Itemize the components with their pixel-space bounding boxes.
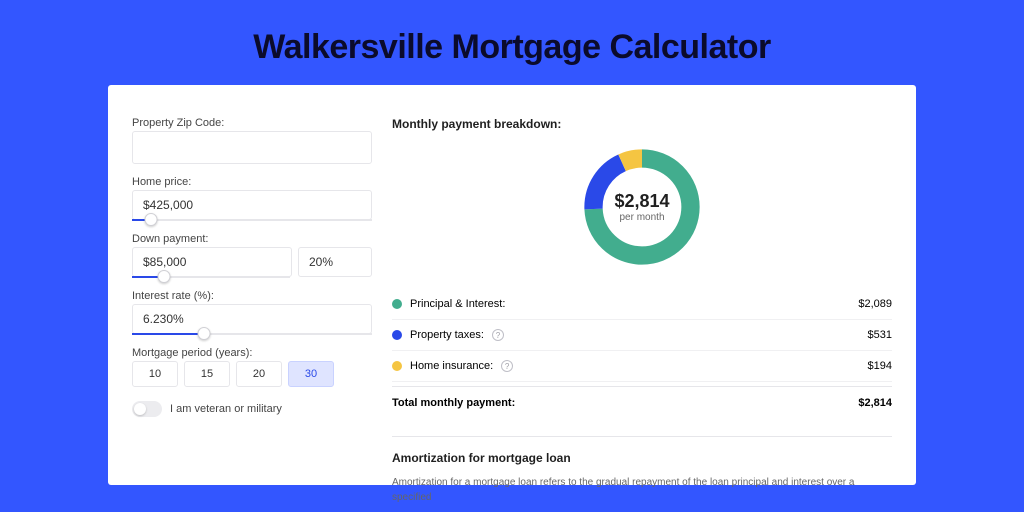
- rate-label: Interest rate (%):: [132, 290, 372, 302]
- legend-row-principal: Principal & Interest: $2,089: [392, 289, 892, 320]
- breakdown-column: Monthly payment breakdown: $2,814 per mo…: [392, 117, 892, 485]
- legend-value: $2,089: [858, 298, 892, 310]
- period-buttons: 10 15 20 30: [132, 361, 372, 387]
- period-10-button[interactable]: 10: [132, 361, 178, 387]
- down-slider-thumb[interactable]: [157, 270, 170, 283]
- donut-center: $2,814 per month: [578, 143, 706, 271]
- veteran-label: I am veteran or military: [170, 403, 282, 415]
- legend-row-total: Total monthly payment: $2,814: [392, 386, 892, 418]
- price-slider[interactable]: [132, 219, 372, 221]
- period-30-button[interactable]: 30: [288, 361, 334, 387]
- toggle-knob: [134, 403, 146, 415]
- legend-value: $531: [868, 329, 892, 341]
- donut-sub: per month: [619, 212, 664, 223]
- rate-input[interactable]: [132, 304, 372, 334]
- swatch-blue-icon: [392, 330, 402, 340]
- period-field: Mortgage period (years): 10 15 20 30: [132, 347, 372, 387]
- calculator-panel: Property Zip Code: Home price: Down paym…: [108, 85, 916, 485]
- breakdown-title: Monthly payment breakdown:: [392, 117, 892, 131]
- donut-amount: $2,814: [614, 191, 669, 212]
- veteran-toggle[interactable]: [132, 401, 162, 417]
- legend-value: $194: [868, 360, 892, 372]
- zip-label: Property Zip Code:: [132, 117, 372, 129]
- price-input[interactable]: [132, 190, 372, 220]
- legend-row-taxes: Property taxes: ? $531: [392, 320, 892, 351]
- zip-field: Property Zip Code:: [132, 117, 372, 164]
- price-field: Home price:: [132, 176, 372, 221]
- period-label: Mortgage period (years):: [132, 347, 372, 359]
- zip-input[interactable]: [132, 131, 372, 164]
- total-label: Total monthly payment:: [392, 397, 515, 409]
- legend-label: Principal & Interest:: [410, 298, 505, 310]
- swatch-yellow-icon: [392, 361, 402, 371]
- amortization-section: Amortization for mortgage loan Amortizat…: [392, 436, 892, 505]
- veteran-toggle-row: I am veteran or military: [132, 401, 372, 417]
- rate-slider-fill: [132, 333, 204, 335]
- info-icon[interactable]: ?: [492, 329, 504, 341]
- panel-wrap: Property Zip Code: Home price: Down paym…: [0, 85, 1024, 485]
- down-field: Down payment:: [132, 233, 372, 278]
- price-label: Home price:: [132, 176, 372, 188]
- rate-slider-thumb[interactable]: [198, 327, 211, 340]
- legend-label: Property taxes:: [410, 329, 484, 341]
- down-input[interactable]: [132, 247, 292, 277]
- legend-row-insurance: Home insurance: ? $194: [392, 351, 892, 382]
- down-pct-input[interactable]: [298, 247, 372, 277]
- inputs-column: Property Zip Code: Home price: Down paym…: [132, 117, 372, 485]
- rate-slider[interactable]: [132, 333, 372, 335]
- swatch-green-icon: [392, 299, 402, 309]
- period-15-button[interactable]: 15: [184, 361, 230, 387]
- info-icon[interactable]: ?: [501, 360, 513, 372]
- period-20-button[interactable]: 20: [236, 361, 282, 387]
- payment-donut-chart: $2,814 per month: [578, 143, 706, 271]
- legend: Principal & Interest: $2,089 Property ta…: [392, 289, 892, 418]
- amort-title: Amortization for mortgage loan: [392, 451, 892, 465]
- page-title: Walkersville Mortgage Calculator: [0, 0, 1024, 85]
- total-value: $2,814: [858, 397, 892, 409]
- legend-label: Home insurance:: [410, 360, 493, 372]
- rate-field: Interest rate (%):: [132, 290, 372, 335]
- donut-wrap: $2,814 per month: [392, 143, 892, 271]
- price-slider-thumb[interactable]: [145, 213, 158, 226]
- down-slider[interactable]: [132, 276, 290, 278]
- down-label: Down payment:: [132, 233, 372, 245]
- amort-body: Amortization for a mortgage loan refers …: [392, 475, 892, 505]
